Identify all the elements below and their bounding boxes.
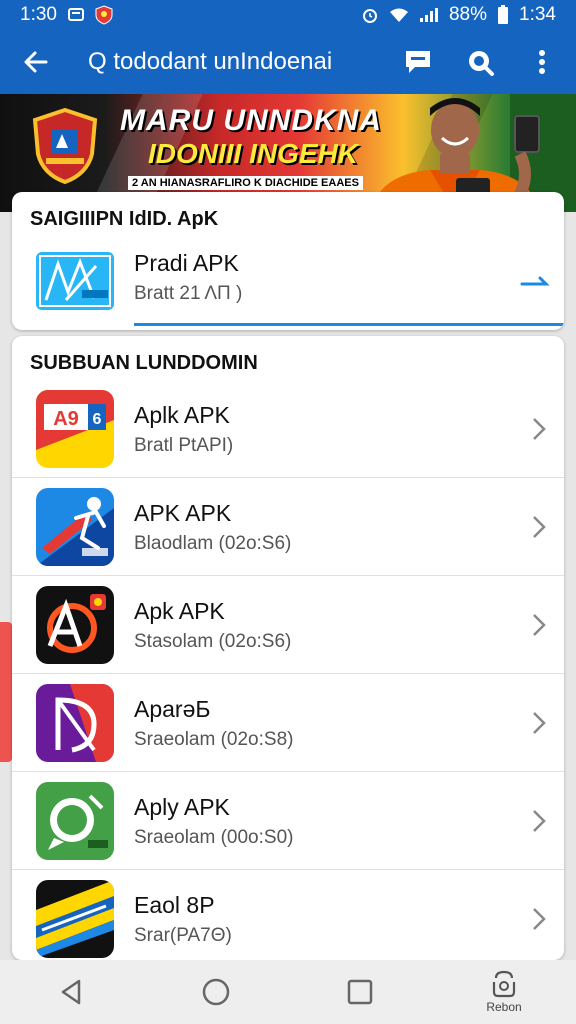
- alarm-icon: [361, 6, 379, 24]
- battery-percent: 88%: [448, 4, 488, 25]
- list-item[interactable]: Apk APK Stasolam (02o:S6): [12, 576, 564, 674]
- featured-underline: [134, 323, 564, 326]
- list-item[interactable]: AparəБ Sraeolam (02o:S8): [12, 674, 564, 772]
- square-recents-icon: [347, 979, 373, 1005]
- triangle-back-icon: [61, 979, 81, 1005]
- app-desc: Stasolam (02o:S6): [134, 631, 292, 652]
- chevron-right-icon: [533, 810, 546, 832]
- featured-app-row[interactable]: Pradi APK Bratt 21 ΛΠ ): [12, 236, 564, 326]
- app-name: Aplk APK: [134, 402, 230, 428]
- nav-back-button[interactable]: [42, 964, 102, 1020]
- wifi-icon: [389, 7, 409, 23]
- emblem-icon: [32, 108, 98, 184]
- status-right: 88% 1:34: [361, 4, 556, 26]
- app-text: Apk APK Stasolam (02o:S6): [134, 598, 291, 653]
- more-options-button[interactable]: [522, 42, 562, 82]
- banner-title-line1: MARU UNNDKNA: [120, 104, 382, 137]
- app-text: Aplk APK Bratl PtAPI): [134, 402, 233, 457]
- svg-text:6: 6: [93, 411, 102, 428]
- status-bar: 1:30 88% 1:34: [0, 0, 576, 30]
- circle-home-icon: [202, 978, 230, 1006]
- nav-reboot-button[interactable]: Rebon: [474, 964, 534, 1020]
- app-icon-blue-runner: [36, 488, 114, 566]
- nav-recents-button[interactable]: [330, 964, 390, 1020]
- app-icon-purple-red: [36, 684, 114, 762]
- nav-reboot-label: Rebon: [486, 1000, 522, 1014]
- back-arrow-icon: [24, 51, 48, 73]
- app-name: AparəБ: [134, 696, 211, 722]
- featured-app-name: Pradi APK: [134, 250, 239, 276]
- app-list-card: SUBBUAN LUNDDOMIN A9 6 Aplk APK Bratl Pt…: [12, 336, 564, 960]
- chevron-right-icon: [533, 712, 546, 734]
- chevron-right-icon: [533, 418, 546, 440]
- signal-icon: [419, 7, 439, 23]
- nav-home-button[interactable]: [186, 964, 246, 1020]
- app-desc: Sraeolam (02o:S8): [134, 729, 294, 750]
- app-name: APK APK: [134, 500, 232, 526]
- app-text: APK APK Blaodlam (02o:S6): [134, 500, 291, 555]
- app-icon-green-chat: [36, 782, 114, 860]
- battery-icon: [497, 5, 509, 25]
- more-vert-icon: [539, 50, 545, 74]
- app-name: Apk APK: [134, 598, 225, 624]
- arrow-right-icon[interactable]: [520, 266, 550, 296]
- featured-app-desc: Bratt 21 ΛΠ ): [134, 283, 243, 304]
- app-text: Aply APK Sraeolam (00o:S0): [134, 794, 293, 849]
- search-button[interactable]: [460, 42, 500, 82]
- search-icon: [469, 51, 494, 76]
- list-item[interactable]: Aply APK Sraeolam (00o:S0): [12, 772, 564, 870]
- app-desc: Bratl PtAPI): [134, 435, 234, 456]
- status-time-right: 1:34: [519, 4, 556, 25]
- list-item[interactable]: APK APK Blaodlam (02o:S6): [12, 478, 564, 576]
- app-bar: Q tododant unIndoenai: [0, 30, 576, 94]
- app-bar-actions: [398, 42, 562, 82]
- side-drawer-tab[interactable]: [0, 622, 12, 762]
- message-notification-icon: [67, 6, 85, 24]
- app-name: Eaol 8P: [134, 892, 215, 918]
- banner-title-line2: IDONIII INGEHK: [148, 138, 359, 169]
- featured-app-text: Pradi APK Bratt 21 ΛΠ ): [134, 250, 242, 305]
- chevron-right-icon: [533, 614, 546, 636]
- app-icon-dark-orange: [36, 586, 114, 664]
- app-name: Aply APK: [134, 794, 230, 820]
- list-section-title: SUBBUAN LUNDDOMIN: [30, 352, 258, 374]
- shield-notification-icon: [95, 5, 113, 25]
- status-time-left: 1:30: [20, 4, 57, 25]
- chevron-right-icon: [533, 516, 546, 538]
- app-desc: Sraeolam (00o:S0): [134, 827, 294, 848]
- app-desc: Srar(PA7Θ): [134, 925, 232, 946]
- chat-icon: [406, 51, 430, 73]
- app-title: Q tododant unIndoenai: [88, 48, 333, 75]
- system-nav-bar: Rebon: [0, 960, 576, 1024]
- featured-card: SAIGIIIPN IdID. ApK Pradi APK Bratt 21 Λ…: [12, 192, 564, 330]
- list-item[interactable]: A9 6 Aplk APK Bratl PtAPI): [12, 380, 564, 478]
- chat-button[interactable]: [398, 42, 438, 82]
- app-icon-red-yellow: A9 6: [36, 390, 114, 468]
- status-left: 1:30: [20, 4, 113, 26]
- svg-text:A9: A9: [53, 408, 79, 430]
- back-button[interactable]: [14, 40, 58, 84]
- app-text: Eaol 8P Srar(PA7Θ): [134, 892, 232, 947]
- app-desc: Blaodlam (02o:S6): [134, 533, 292, 554]
- featured-section-title: SAIGIIIPN IdID. ApK: [30, 208, 219, 230]
- banner-subtitle: 2 AN HIANASRAFLIRO K DIACHIDE EAAES: [128, 176, 363, 190]
- list-item[interactable]: Eaol 8P Srar(PA7Θ): [12, 870, 564, 960]
- featured-app-icon: [36, 252, 114, 310]
- app-icon-yellow-blue: [36, 880, 114, 958]
- chevron-right-icon: [533, 908, 546, 930]
- app-text: AparəБ Sraeolam (02o:S8): [134, 696, 293, 751]
- reboot-icon: [492, 970, 516, 998]
